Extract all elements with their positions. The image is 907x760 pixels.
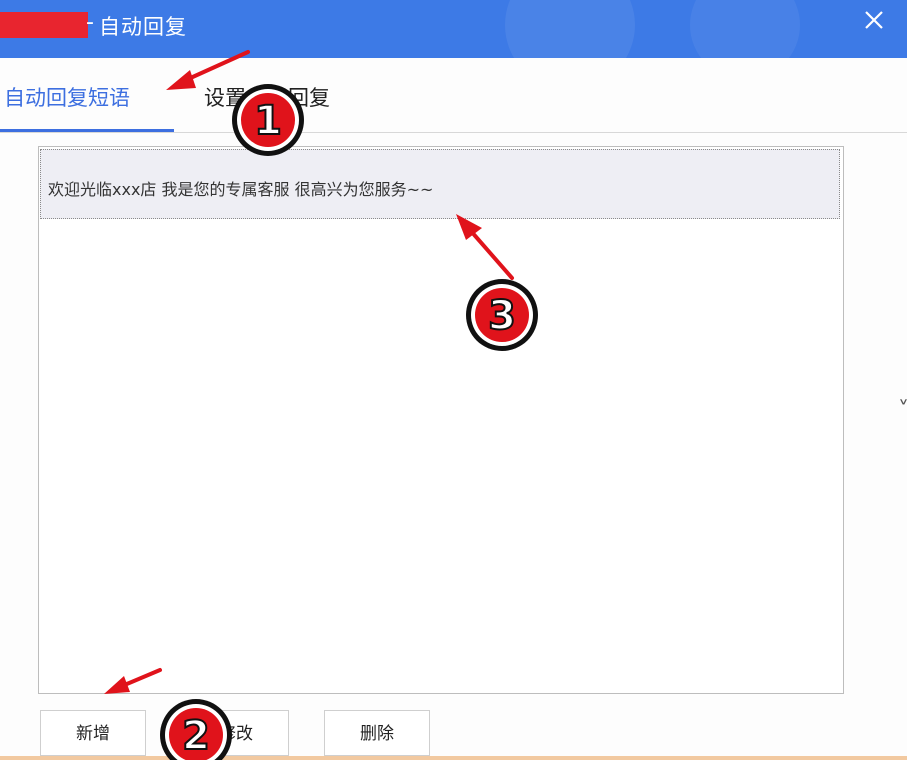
- tab-bar: 自动回复短语 设置自动回复: [0, 58, 907, 133]
- tab-auto-reply-settings[interactable]: 设置自动回复: [204, 82, 330, 112]
- tab-auto-reply-phrases[interactable]: 自动回复短语: [4, 82, 130, 112]
- active-tab-indicator: [0, 129, 174, 132]
- redacted-shop-name: [0, 12, 88, 38]
- edit-button[interactable]: 修改: [183, 710, 289, 756]
- close-button[interactable]: [858, 4, 890, 36]
- close-icon: [865, 11, 883, 29]
- title-bar-decoration: [505, 0, 635, 58]
- title-bar[interactable]: - 自动回复: [0, 0, 907, 58]
- add-button[interactable]: 新增: [40, 710, 146, 756]
- list-item[interactable]: 欢迎光临xxx店 我是您的专属客服 很高兴为您服务~~: [40, 149, 840, 219]
- window-title: 自动回复: [99, 15, 187, 39]
- title-separator: -: [86, 10, 94, 35]
- phrase-list[interactable]: 欢迎光临xxx店 我是您的专属客服 很高兴为您服务~~: [38, 146, 844, 694]
- window-bottom-edge: [0, 756, 907, 760]
- phrase-text: 欢迎光临xxx店 我是您的专属客服 很高兴为您服务~~: [48, 180, 434, 199]
- delete-button[interactable]: 删除: [324, 710, 430, 756]
- title-bar-decoration: [690, 0, 800, 58]
- background-edge-glyph: ˅: [898, 398, 907, 423]
- auto-reply-dialog: - 自动回复 自动回复短语 设置自动回复 欢迎光临xxx店 我是您的专属客服 很…: [0, 0, 907, 760]
